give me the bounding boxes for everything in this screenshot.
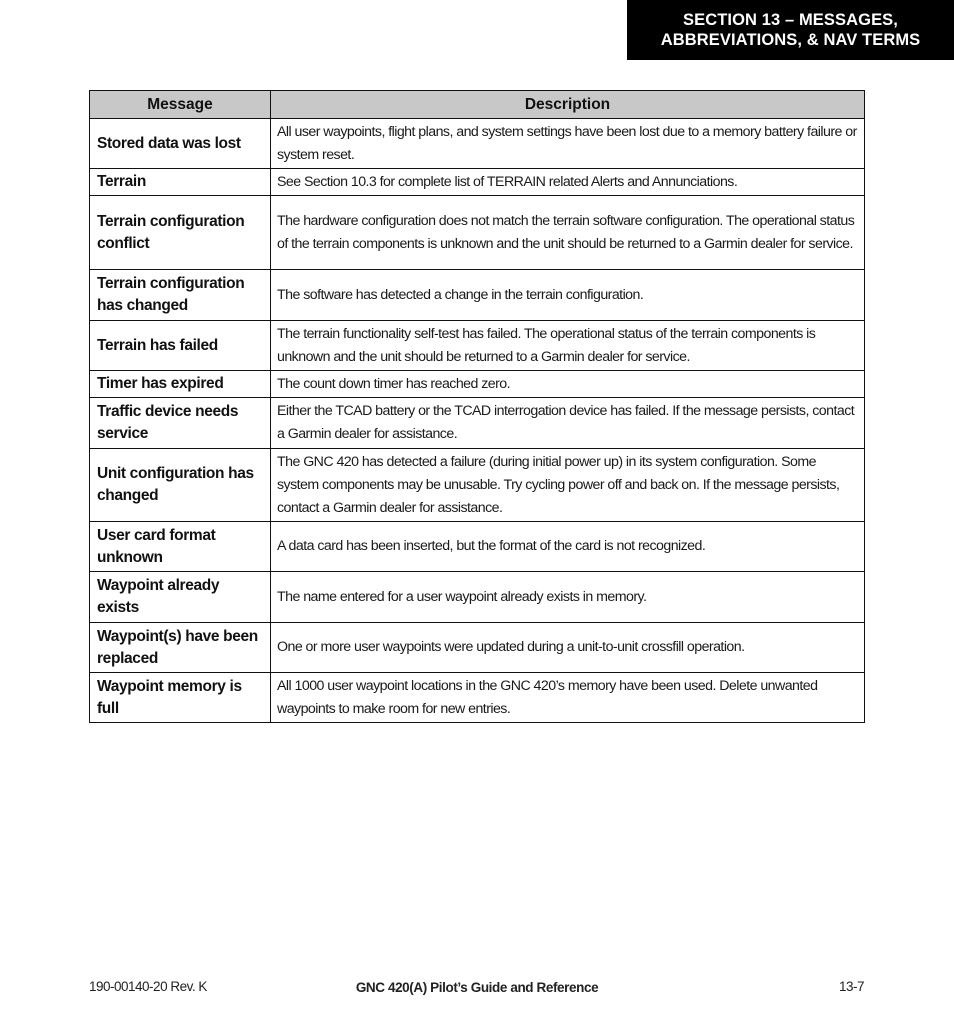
table-row: Stored data was lost All user waypoints,… [89,118,865,169]
message-cell: Timer has expired [89,370,271,398]
message-cell: Terrain configuration conflict [89,195,271,270]
section-header-tab: SECTION 13 – MESSAGES, ABBREVIATIONS, & … [627,0,954,60]
message-cell: Stored data was lost [89,118,271,169]
message-cell: Waypoint memory is full [89,672,271,723]
message-cell: Terrain has failed [89,320,271,371]
description-cell: See Section 10.3 for complete list of TE… [270,168,865,196]
description-cell: A data card has been inserted, but the f… [270,521,865,572]
description-cell: All user waypoints, flight plans, and sy… [270,118,865,169]
footer-page-number: 13-7 [838,979,865,994]
message-cell: Waypoint already exists [89,571,271,623]
table-row: User card format unknown A data card has… [89,521,865,572]
footer-title: GNC 420(A) Pilot’s Guide and Reference [355,980,599,995]
description-cell: The count down timer has reached zero. [270,370,865,398]
table-row: Unit configuration has changed The GNC 4… [89,448,865,522]
message-cell: Unit configuration has changed [89,448,271,522]
section-header-line2: ABBREVIATIONS, & NAV TERMS [660,31,921,49]
description-cell: The software has detected a change in th… [270,269,865,321]
table-row: Terrain configuration conflict The hardw… [89,195,865,270]
description-cell: The hardware configuration does not matc… [270,195,865,270]
table-row: Traffic device needs service Either the … [89,397,865,449]
message-cell: Waypoint(s) have been replaced [89,622,271,673]
message-cell: Traffic device needs service [89,397,271,449]
description-cell: The name entered for a user waypoint alr… [270,571,865,623]
table-row: Waypoint memory is full All 1000 user wa… [89,672,865,723]
message-cell: Terrain configuration has changed [89,269,271,321]
table-row: Timer has expired The count down timer h… [89,370,865,398]
table-row: Terrain configuration has changed The so… [89,269,865,321]
description-cell: All 1000 user waypoint locations in the … [270,672,865,723]
table-row: Waypoint(s) have been replaced One or mo… [89,622,865,673]
description-cell: Either the TCAD battery or the TCAD inte… [270,397,865,449]
description-cell: The terrain functionality self-test has … [270,320,865,371]
column-header-message: Message [89,90,271,119]
column-header-description: Description [270,90,865,119]
table-row: Terrain See Section 10.3 for complete li… [89,168,865,196]
description-cell: One or more user waypoints were updated … [270,622,865,673]
messages-table: Message Description Stored data was lost… [89,90,865,723]
section-header-line1: SECTION 13 – MESSAGES, [683,11,898,29]
table-row: Terrain has failed The terrain functiona… [89,320,865,371]
description-cell: The GNC 420 has detected a failure (duri… [270,448,865,522]
message-cell: Terrain [89,168,271,196]
message-cell: User card format unknown [89,521,271,572]
table-row: Waypoint already exists The name entered… [89,571,865,623]
table-header-row: Message Description [89,90,865,119]
